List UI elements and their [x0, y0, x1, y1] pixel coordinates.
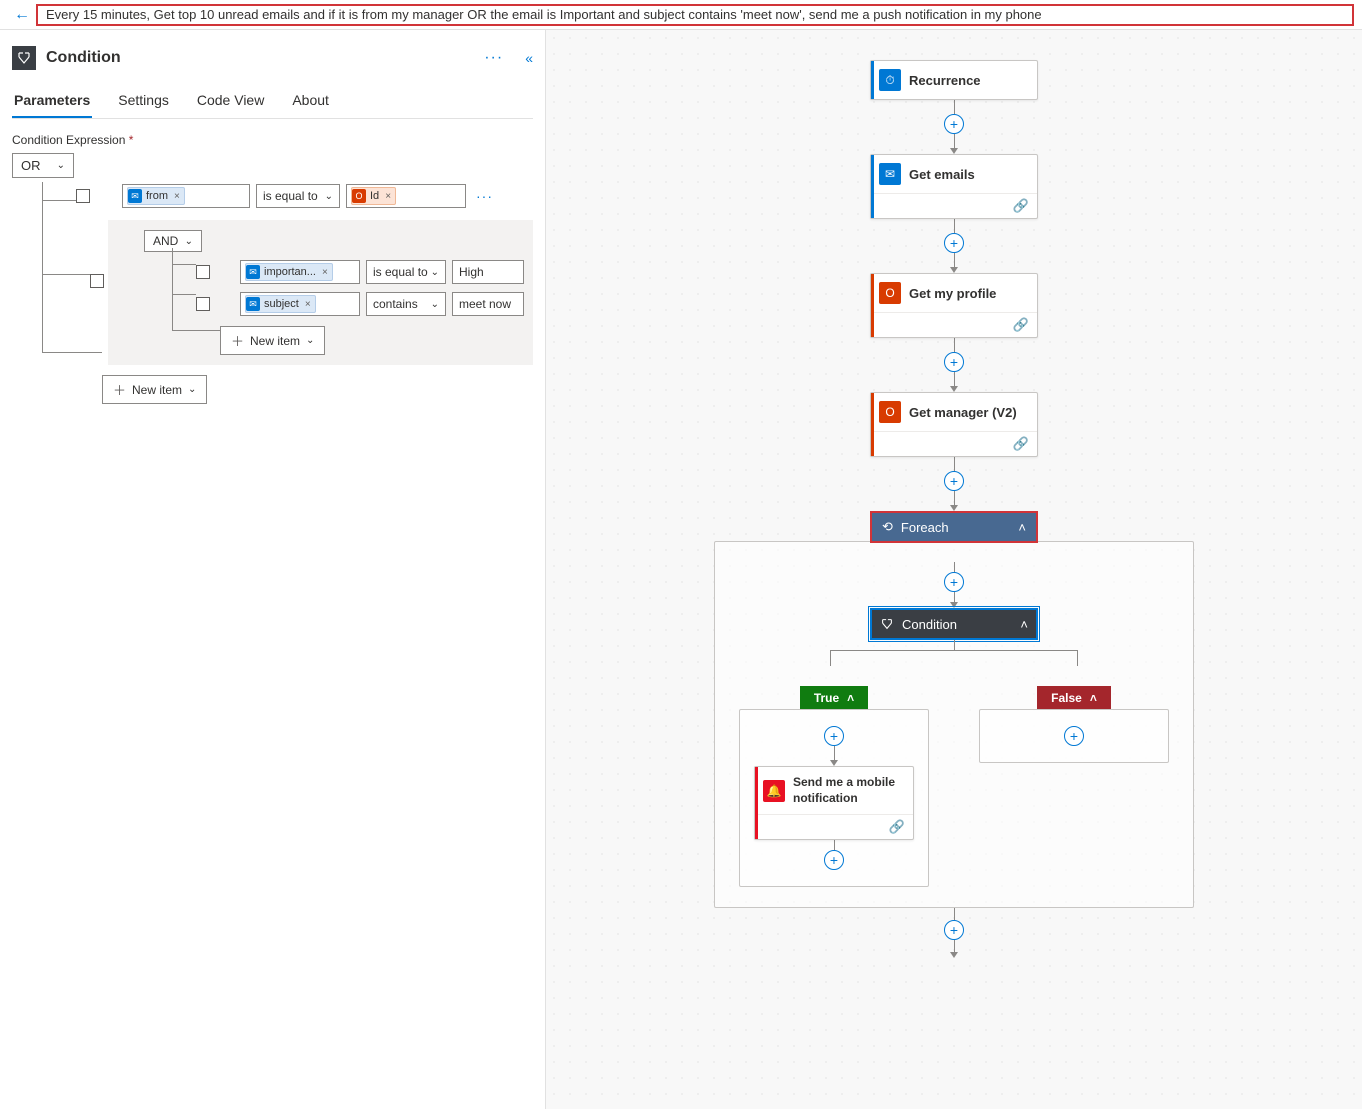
root-new-item-button[interactable]: ＋New item⌄	[102, 375, 207, 404]
row2-value-input[interactable]: High	[452, 260, 524, 284]
add-step-button[interactable]: +	[944, 233, 964, 253]
node-send-notification[interactable]: 🔔 Send me a mobile notification 🔗	[754, 766, 914, 840]
condition-icon	[12, 46, 36, 70]
office-token-icon: O	[352, 189, 366, 203]
group-checkbox[interactable]	[90, 274, 104, 288]
add-step-button[interactable]: +	[944, 920, 964, 940]
foreach-icon: ⟲	[882, 519, 893, 535]
flow-description-input[interactable]: Every 15 minutes, Get top 10 unread emai…	[36, 4, 1354, 26]
nested-new-item-button[interactable]: ＋New item⌄	[220, 326, 325, 355]
branch-false-container: +	[979, 709, 1169, 763]
condition-editor-panel: Condition ··· « Parameters Settings Code…	[0, 30, 546, 1109]
row1-token-remove[interactable]: ×	[172, 191, 180, 202]
branch-true-header[interactable]: True˄	[800, 686, 868, 710]
row1-more[interactable]: ···	[472, 188, 497, 204]
branch-true-container: + 🔔 Send me a mobile notification 🔗	[739, 709, 929, 887]
add-step-button[interactable]: +	[824, 850, 844, 870]
link-icon: 🔗	[889, 819, 905, 835]
row2-token-remove[interactable]: ×	[320, 267, 328, 278]
recurrence-icon: ⏱	[879, 69, 901, 91]
tab-code-view[interactable]: Code View	[195, 86, 266, 118]
row3-value-input[interactable]: meet now	[452, 292, 524, 316]
panel-collapse-button[interactable]: «	[525, 50, 533, 66]
node-get-emails[interactable]: ✉ Get emails 🔗	[870, 154, 1038, 219]
row1-value-token-remove[interactable]: ×	[383, 191, 391, 202]
condition-icon	[880, 617, 894, 631]
foreach-container: + Condition ˄	[714, 541, 1194, 908]
row3-token-remove[interactable]: ×	[303, 299, 311, 310]
node-get-manager[interactable]: O Get manager (V2) 🔗	[870, 392, 1038, 457]
chevron-up-icon: ˄	[1018, 520, 1026, 535]
row2-left-operand[interactable]: ✉ importan... ×	[240, 260, 360, 284]
tab-settings[interactable]: Settings	[116, 86, 171, 118]
add-step-button[interactable]: +	[824, 726, 844, 746]
row3-checkbox[interactable]	[196, 297, 210, 311]
tab-about[interactable]: About	[290, 86, 331, 118]
branch-false-header[interactable]: False˄	[1037, 686, 1111, 710]
row3-operator-select[interactable]: contains⌄	[366, 292, 446, 316]
link-icon: 🔗	[1013, 317, 1029, 333]
add-step-button[interactable]: +	[944, 572, 964, 592]
node-get-my-profile[interactable]: O Get my profile 🔗	[870, 273, 1038, 338]
outlook-token-icon: ✉	[246, 297, 260, 311]
office-icon: O	[879, 401, 901, 423]
chevron-up-icon: ˄	[1090, 691, 1097, 705]
panel-title: Condition	[46, 49, 474, 67]
node-recurrence[interactable]: ⏱ Recurrence	[870, 60, 1038, 100]
node-condition[interactable]: Condition ˄	[870, 608, 1038, 640]
outlook-token-icon: ✉	[246, 265, 260, 279]
row3-left-operand[interactable]: ✉ subject ×	[240, 292, 360, 316]
outlook-token-icon: ✉	[128, 189, 142, 203]
link-icon: 🔗	[1013, 436, 1029, 452]
panel-more-button[interactable]: ···	[484, 49, 503, 67]
nested-operator-select[interactable]: AND⌄	[144, 230, 202, 252]
add-step-button[interactable]: +	[1064, 726, 1084, 746]
row1-operator-select[interactable]: is equal to⌄	[256, 184, 340, 208]
back-button[interactable]: ←	[8, 6, 36, 24]
row2-operator-select[interactable]: is equal to⌄	[366, 260, 446, 284]
row1-checkbox[interactable]	[76, 189, 90, 203]
root-operator-select[interactable]: OR⌄	[12, 153, 74, 178]
row1-left-operand[interactable]: ✉ from ×	[122, 184, 250, 208]
outlook-icon: ✉	[879, 163, 901, 185]
add-step-button[interactable]: +	[944, 471, 964, 491]
row2-checkbox[interactable]	[196, 265, 210, 279]
add-step-button[interactable]: +	[944, 114, 964, 134]
notification-icon: 🔔	[763, 780, 785, 802]
flow-canvas[interactable]: ⏱ Recurrence + ✉ Get emails 🔗 + O	[546, 30, 1362, 1109]
link-icon: 🔗	[1013, 198, 1029, 214]
chevron-up-icon: ˄	[1020, 617, 1028, 632]
chevron-up-icon: ˄	[847, 691, 854, 705]
add-step-button[interactable]: +	[944, 352, 964, 372]
node-foreach[interactable]: ⟲ Foreach ˄	[870, 511, 1038, 543]
row1-right-operand[interactable]: O Id ×	[346, 184, 466, 208]
panel-tabs: Parameters Settings Code View About	[12, 86, 533, 119]
condition-expression-label: Condition Expression *	[12, 133, 533, 147]
tab-parameters[interactable]: Parameters	[12, 86, 92, 118]
office-icon: O	[879, 282, 901, 304]
